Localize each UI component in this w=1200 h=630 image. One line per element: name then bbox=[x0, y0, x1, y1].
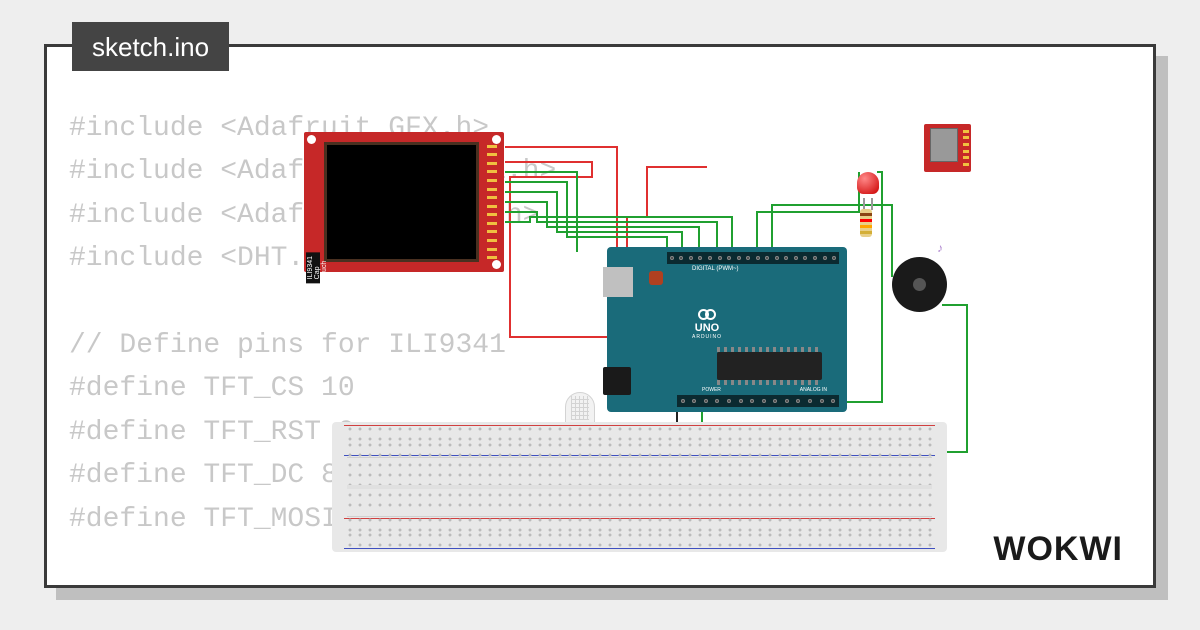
brand-name: WOKWI bbox=[993, 530, 1123, 568]
digital-label: DIGITAL (PWM~) bbox=[692, 266, 739, 272]
wokwi-logo: WOKWI bbox=[993, 530, 1123, 569]
tft-screen bbox=[324, 142, 479, 262]
editor-card: #include <Adafruit_GFX.h> #include <Adaf… bbox=[44, 44, 1156, 588]
digital-header bbox=[667, 252, 839, 264]
resistor[interactable] bbox=[860, 209, 872, 237]
tft-pins bbox=[487, 142, 501, 262]
tft-display[interactable]: ILI9341 Cap Touch bbox=[304, 132, 504, 272]
usb-port-icon bbox=[603, 267, 633, 297]
arduino-brand: ARDUINO bbox=[692, 334, 722, 340]
sd-pins bbox=[963, 128, 969, 168]
power-jack-icon bbox=[603, 367, 631, 395]
analog-label: ANALOG IN bbox=[800, 387, 827, 393]
arduino-logo-icon: UNO ARDUINO bbox=[692, 309, 722, 340]
arduino-model: UNO bbox=[692, 322, 722, 334]
reset-button-icon bbox=[649, 271, 663, 285]
music-note-icon: ♪ bbox=[937, 241, 943, 255]
breadboard[interactable] bbox=[332, 422, 947, 552]
file-tab-label: sketch.ino bbox=[92, 32, 209, 62]
microcontroller-chip-icon bbox=[717, 352, 822, 380]
file-tab[interactable]: sketch.ino bbox=[72, 22, 229, 71]
analog-header bbox=[677, 395, 839, 407]
led-bulb-icon bbox=[857, 172, 879, 194]
led-red[interactable] bbox=[857, 172, 879, 202]
buzzer[interactable] bbox=[892, 257, 947, 312]
circuit-diagram[interactable]: ILI9341 Cap Touch DIGITAL (PWM~) ANALOG … bbox=[287, 117, 987, 557]
sd-card-module[interactable] bbox=[924, 124, 971, 172]
sd-slot-icon bbox=[930, 128, 958, 162]
tft-label: ILI9341 Cap Touch bbox=[306, 252, 320, 283]
power-label: POWER bbox=[702, 387, 721, 393]
arduino-uno[interactable]: DIGITAL (PWM~) ANALOG IN POWER UNO ARDUI… bbox=[607, 247, 847, 412]
